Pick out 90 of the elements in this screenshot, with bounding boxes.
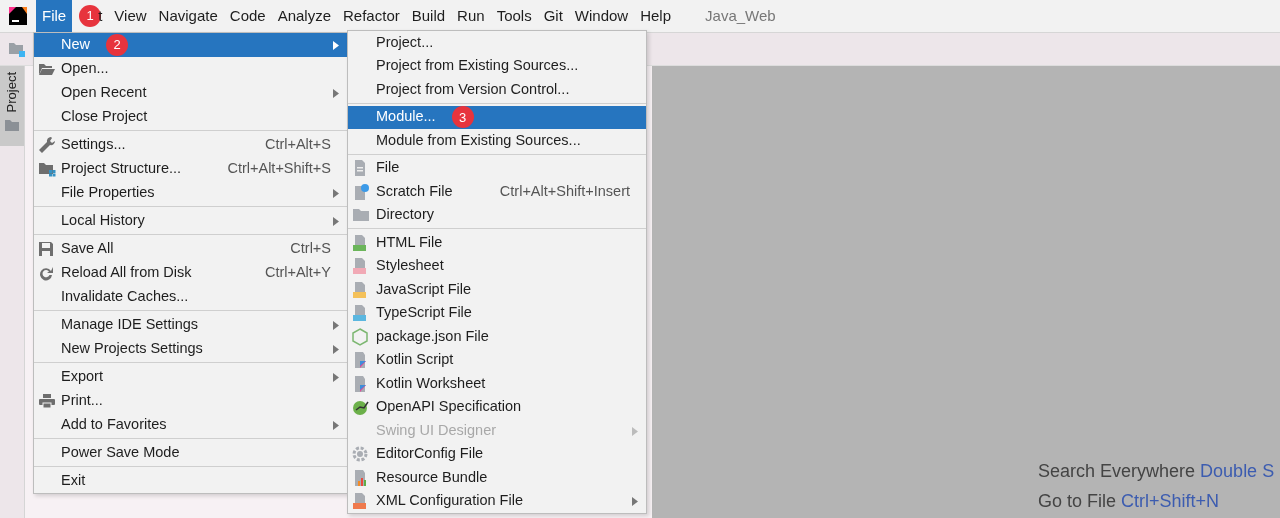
menu-item[interactable]: Resource Bundle: [348, 466, 646, 490]
step-badge: 2: [106, 34, 128, 56]
menu-item[interactable]: Run: [451, 0, 491, 33]
menu-item[interactable]: Analyze: [271, 0, 338, 33]
menu-item[interactable]: Local History: [34, 209, 347, 233]
menu-item[interactable]: Project from Version Control...: [348, 78, 646, 102]
menu-item[interactable]: t: [92, 0, 109, 33]
project-title: Java_Web: [705, 5, 776, 26]
wrench-icon: [38, 136, 56, 154]
submenu-arrow-icon: [333, 216, 339, 226]
folder-icon: [38, 161, 56, 177]
menu-item[interactable]: Directory: [348, 203, 646, 227]
submenu-arrow-icon: [333, 188, 339, 198]
menu-item[interactable]: Project...: [348, 31, 646, 55]
menu-item[interactable]: Close Project: [34, 105, 347, 129]
menu-item[interactable]: Module... 3: [348, 105, 646, 129]
menu-item[interactable]: Power Save Mode: [34, 441, 347, 465]
menu-item[interactable]: Settings... Ctrl+Alt+S: [34, 133, 347, 157]
menu-item[interactable]: Window: [568, 0, 635, 33]
menu-item[interactable]: New Projects Settings: [34, 337, 347, 361]
menu-item[interactable]: TypeScript File: [348, 301, 646, 325]
submenu-arrow-icon: [632, 426, 638, 436]
menu-item[interactable]: Add to Favorites: [34, 413, 347, 437]
submenu-arrow-icon: [333, 344, 339, 354]
kotlin-file-icon: [352, 374, 368, 393]
menu-item[interactable]: JavaScript File: [348, 278, 646, 302]
menu-item[interactable]: Open...: [34, 57, 347, 81]
css-file-icon: [352, 257, 368, 276]
app-logo-icon: [8, 6, 28, 26]
menu-item[interactable]: Print...: [34, 389, 347, 413]
submenu-arrow-icon: [333, 372, 339, 382]
menu-item[interactable]: Refactor: [337, 0, 406, 33]
submenu-arrow-icon: [333, 420, 339, 430]
menu-item[interactable]: Stylesheet: [348, 254, 646, 278]
folder-icon: [38, 62, 56, 76]
menu-item[interactable]: Module from Existing Sources...: [348, 129, 646, 153]
menu-item[interactable]: Project from Existing Sources...: [348, 54, 646, 78]
shortcut-text: Ctrl+Shift+N: [1121, 490, 1220, 513]
menu-item[interactable]: EditorConfig File: [348, 442, 646, 466]
xml-file-icon: [352, 492, 368, 511]
menu-item[interactable]: Build: [405, 0, 452, 33]
menu-item[interactable]: package.json File: [348, 325, 646, 349]
menu-item[interactable]: Kotlin Script: [348, 348, 646, 372]
menu-item[interactable]: View: [108, 0, 153, 33]
menu-item[interactable]: OpenAPI Specification: [348, 395, 646, 419]
submenu-arrow-icon: [333, 40, 339, 50]
openapi-icon: [352, 398, 370, 417]
menu-item[interactable]: Invalidate Caches...: [34, 285, 347, 309]
folder-icon: [8, 41, 26, 57]
file-icon: [352, 159, 368, 178]
menu-item[interactable]: File: [36, 0, 73, 33]
project-tab[interactable]: Project: [0, 66, 24, 146]
hexagon-icon: [352, 327, 368, 346]
menu-item[interactable]: XML Configuration File: [348, 489, 646, 513]
submenu-arrow-icon: [632, 497, 638, 507]
submenu-arrow-icon: [333, 320, 339, 330]
hint-text: Go to File: [1038, 490, 1117, 513]
scratch-file-icon: [352, 182, 370, 201]
menu-item[interactable]: Kotlin Worksheet: [348, 372, 646, 396]
js-file-icon: [352, 280, 368, 299]
refresh-icon: [38, 265, 54, 281]
menu-item[interactable]: Reload All from Disk Ctrl+Alt+Y: [34, 261, 347, 285]
menu-item[interactable]: Manage IDE Settings: [34, 313, 347, 337]
folder-icon: [352, 207, 370, 224]
menu-item[interactable]: Exit: [34, 469, 347, 493]
menu-item[interactable]: File: [348, 156, 646, 180]
printer-icon: [38, 393, 56, 409]
menu-item[interactable]: Tools: [490, 0, 538, 33]
menu-item[interactable]: File Properties: [34, 181, 347, 205]
menu-item[interactable]: Project Structure... Ctrl+Alt+Shift+S: [34, 157, 347, 181]
menu-item[interactable]: Export: [34, 365, 347, 389]
menu-item[interactable]: Open Recent: [34, 81, 347, 105]
kotlin-file-icon: [352, 351, 368, 370]
folder-icon: [4, 118, 20, 133]
menu-item[interactable]: Save All Ctrl+S: [34, 237, 347, 261]
menu-item[interactable]: Code: [223, 0, 272, 33]
html-file-icon: [352, 233, 368, 252]
shortcut-text: Double S: [1200, 460, 1275, 483]
menu-item[interactable]: Git: [537, 0, 569, 33]
gear-icon: [352, 446, 368, 463]
step-badge: 3: [451, 106, 474, 129]
menu-item[interactable]: HTML File: [348, 231, 646, 255]
submenu-arrow-icon: [333, 88, 339, 98]
hint-text: Search Everywhere: [1038, 460, 1196, 483]
menu-item[interactable]: Scratch File Ctrl+Alt+Shift+Insert: [348, 180, 646, 204]
menu-item[interactable]: New 2: [34, 33, 347, 57]
ts-file-icon: [352, 304, 368, 323]
menu-item[interactable]: Help: [634, 0, 678, 33]
resource-bundle-icon: [352, 468, 368, 487]
menu-item[interactable]: Navigate: [152, 0, 224, 33]
